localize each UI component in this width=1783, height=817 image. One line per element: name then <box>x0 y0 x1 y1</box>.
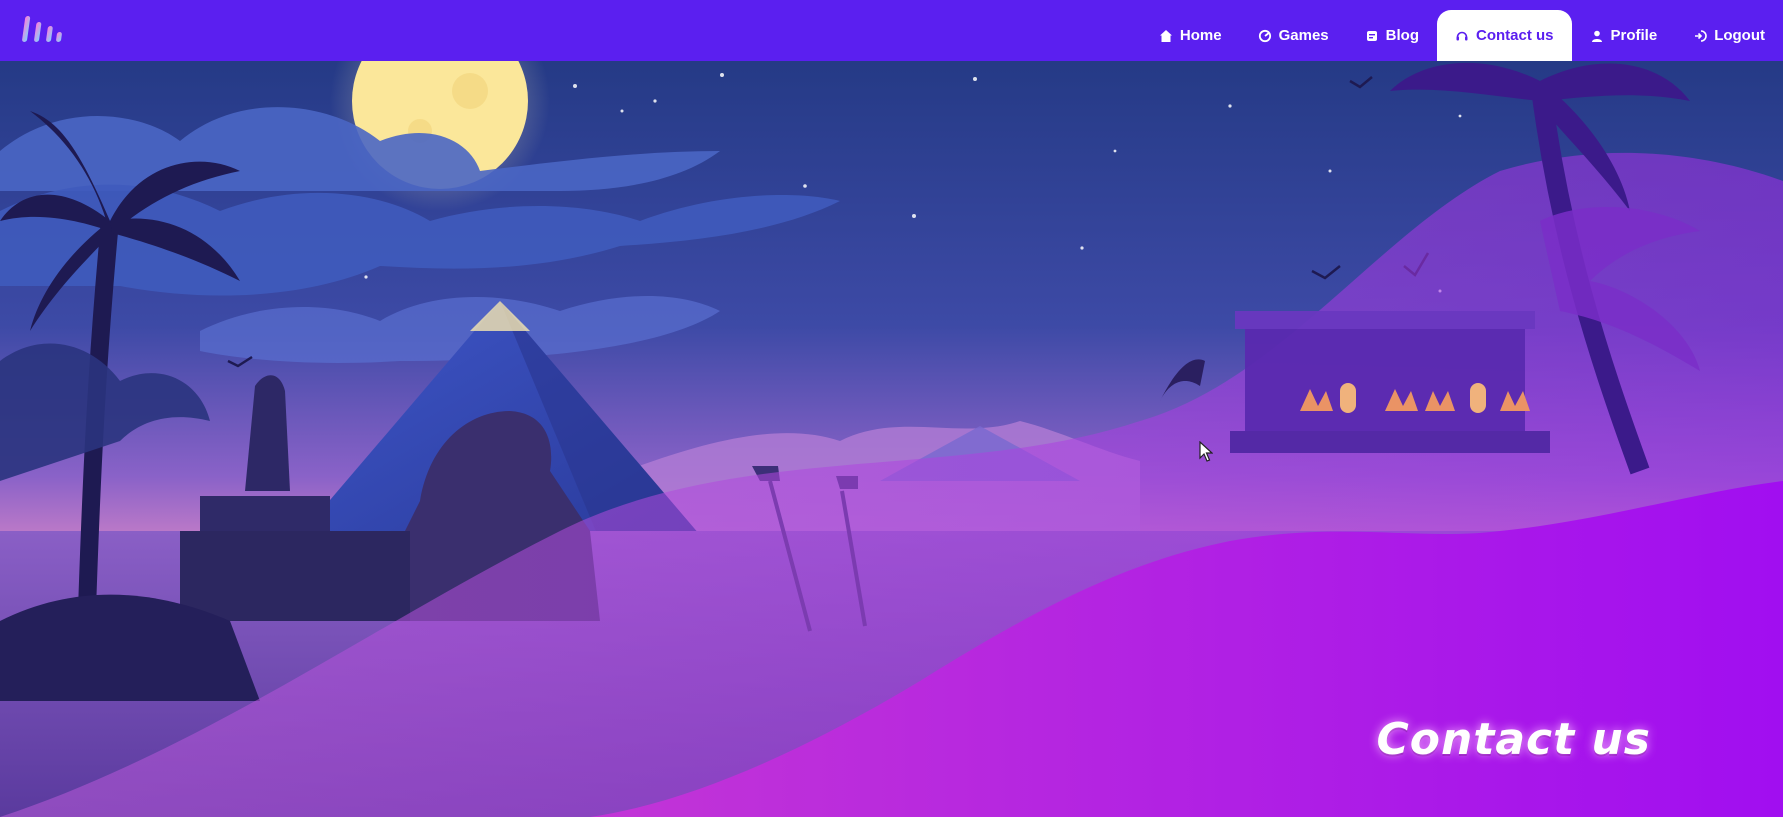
nav-contact-label: Contact us <box>1475 27 1554 44</box>
nav-games[interactable]: Games <box>1240 10 1347 61</box>
nav-blog[interactable]: Blog <box>1347 10 1437 61</box>
nav-profile-label: Profile <box>1610 27 1658 44</box>
hero-illustration <box>0 61 1783 817</box>
nav-blog-label: Blog <box>1385 27 1419 44</box>
games-icon <box>1258 29 1271 42</box>
nav-contact[interactable]: Contact us <box>1436 10 1572 61</box>
headset-icon <box>1456 31 1468 40</box>
logout-icon <box>1695 29 1707 42</box>
nav-profile[interactable]: Profile <box>1572 10 1676 61</box>
nav-games-label: Games <box>1278 27 1329 44</box>
user-icon <box>1591 30 1602 42</box>
page-heading: Contact us <box>1376 714 1651 765</box>
top-navbar: Home Games Blog Contact us Profile Logou… <box>0 0 1783 61</box>
nav-logout[interactable]: Logout <box>1675 10 1783 61</box>
nav-home[interactable]: Home <box>1141 10 1240 61</box>
main-nav: Home Games Blog Contact us Profile Logou… <box>1141 10 1783 61</box>
nav-logout-label: Logout <box>1714 27 1765 44</box>
home-icon <box>1159 29 1172 42</box>
nav-home-label: Home <box>1179 27 1222 44</box>
blog-icon <box>1366 30 1377 41</box>
mouse-cursor-icon <box>1199 441 1213 462</box>
brand-logo[interactable] <box>22 12 68 48</box>
